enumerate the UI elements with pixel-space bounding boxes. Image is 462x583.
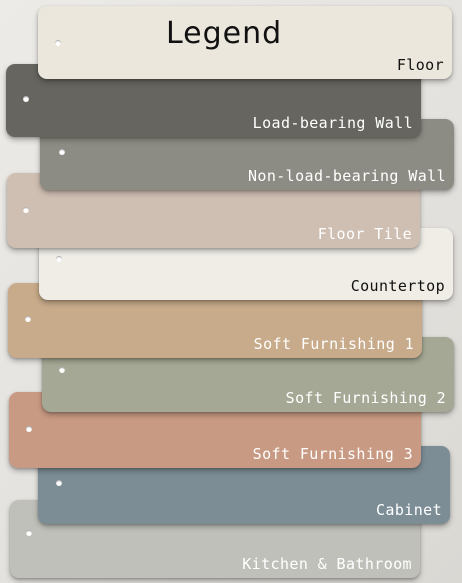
swatch-label: Non-load-bearing Wall: [247, 167, 446, 185]
punch-hole-icon: [26, 426, 32, 432]
punch-hole-icon: [26, 530, 32, 536]
swatch-label: Soft Furnishing 3: [252, 445, 413, 463]
punch-hole-icon: [55, 40, 61, 46]
swatch-label: Floor: [396, 56, 444, 74]
swatch-label: Soft Furnishing 2: [285, 389, 446, 407]
punch-hole-icon: [56, 256, 62, 262]
swatch-label: Soft Furnishing 1: [253, 335, 414, 353]
punch-hole-icon: [59, 149, 65, 155]
punch-hole-icon: [56, 480, 62, 486]
swatch-label: Floor Tile: [317, 225, 412, 243]
swatch-label: Countertop: [350, 277, 445, 295]
swatch-label: Cabinet: [375, 501, 442, 519]
swatch-label: Kitchen & Bathroom: [242, 555, 412, 573]
punch-hole-icon: [25, 316, 31, 322]
punch-hole-icon: [59, 367, 65, 373]
punch-hole-icon: [23, 96, 29, 102]
legend-title: Legend: [166, 16, 283, 51]
swatch-label: Load-bearing Wall: [252, 114, 413, 132]
punch-hole-icon: [23, 207, 29, 213]
